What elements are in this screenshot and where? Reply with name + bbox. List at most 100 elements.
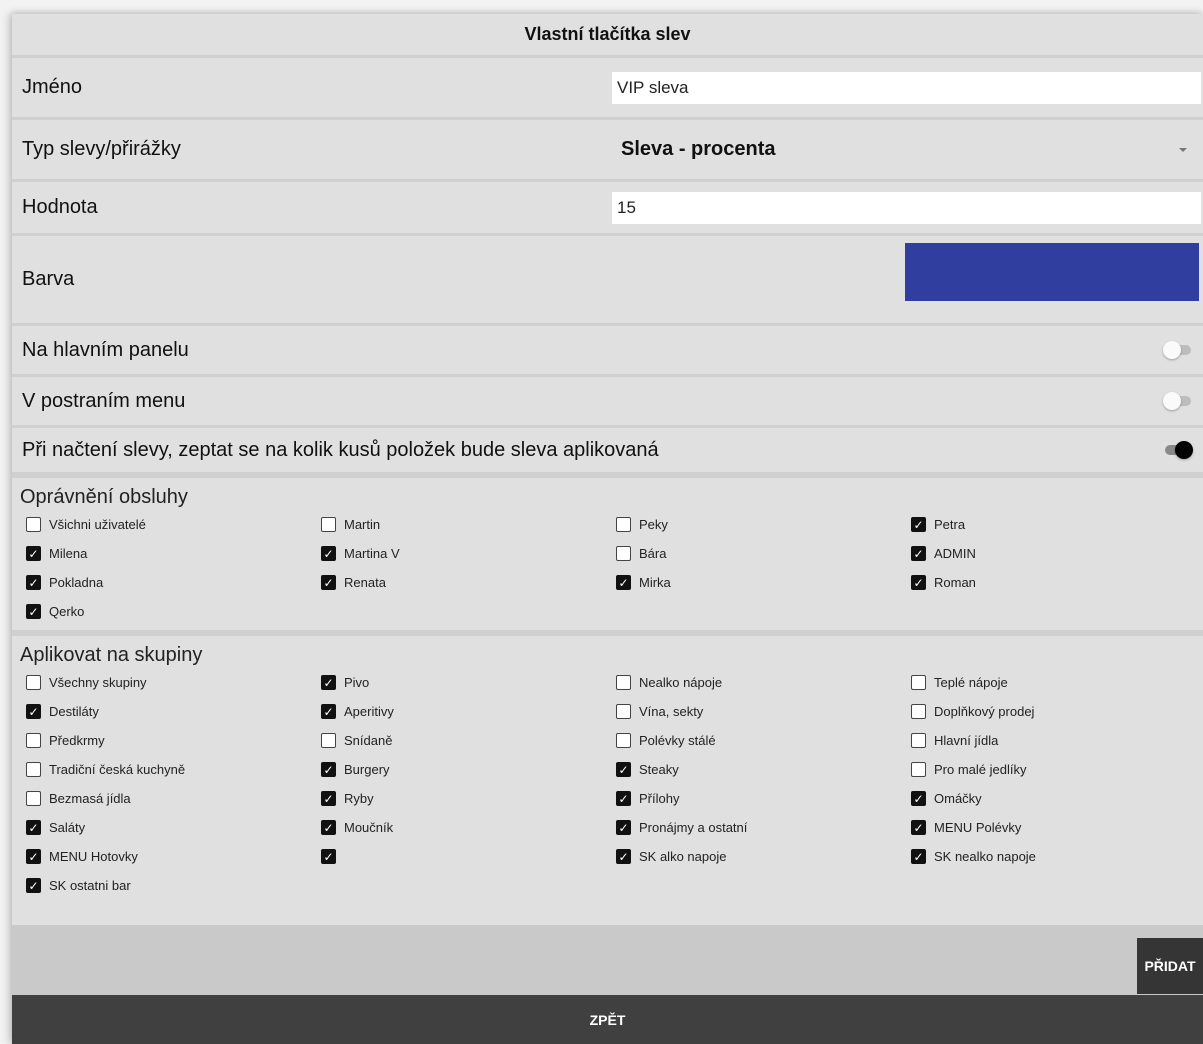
checkbox-unchecked-icon[interactable] [616, 675, 631, 690]
checkbox-item[interactable]: Vína, sekty [610, 697, 905, 726]
checkbox-item[interactable]: ✓ Pokladna [20, 568, 315, 597]
checkbox-checked-icon[interactable]: ✓ [911, 575, 926, 590]
checkbox-checked-icon[interactable]: ✓ [26, 575, 41, 590]
checkbox-item[interactable]: ✓ SK nealko napoje [905, 842, 1200, 871]
checkbox-item[interactable]: ✓ Mirka [610, 568, 905, 597]
checkbox-checked-icon[interactable]: ✓ [321, 675, 336, 690]
checkbox-checked-icon[interactable]: ✓ [26, 849, 41, 864]
checkbox-unchecked-icon[interactable] [26, 791, 41, 806]
checkbox-label: Doplňkový prodej [934, 704, 1035, 719]
checkbox-item[interactable]: ✓ Petra [905, 510, 1200, 539]
checkbox-unchecked-icon[interactable] [26, 762, 41, 777]
checkbox-unchecked-icon[interactable] [911, 675, 926, 690]
checkbox-checked-icon[interactable]: ✓ [321, 820, 336, 835]
checkbox-item[interactable]: Všechny skupiny [20, 668, 315, 697]
checkbox-item[interactable]: ✓ Aperitivy [315, 697, 610, 726]
checkbox-item[interactable]: ✓ Renata [315, 568, 610, 597]
checkbox-checked-icon[interactable]: ✓ [321, 575, 336, 590]
checkbox-unchecked-icon[interactable] [321, 733, 336, 748]
checkbox-checked-icon[interactable]: ✓ [911, 849, 926, 864]
checkbox-item[interactable]: ✓ Destiláty [20, 697, 315, 726]
checkbox-item[interactable]: ✓ MENU Polévky [905, 813, 1200, 842]
checkbox-checked-icon[interactable]: ✓ [26, 546, 41, 561]
checkbox-item[interactable]: ✓ SK alko napoje [610, 842, 905, 871]
checkbox-item[interactable]: ✓ Martina V [315, 539, 610, 568]
checkbox-item[interactable]: ✓ Saláty [20, 813, 315, 842]
checkbox-checked-icon[interactable]: ✓ [616, 820, 631, 835]
checkbox-item[interactable]: ✓ MENU Hotovky [20, 842, 315, 871]
checkbox-checked-icon[interactable]: ✓ [616, 575, 631, 590]
checkbox-item[interactable]: Tradiční česká kuchyně [20, 755, 315, 784]
checkbox-unchecked-icon[interactable] [26, 733, 41, 748]
checkbox-checked-icon[interactable]: ✓ [911, 791, 926, 806]
back-button[interactable]: ZPĚT [12, 995, 1203, 1044]
checkbox-item[interactable]: Peky [610, 510, 905, 539]
checkbox-unchecked-icon[interactable] [616, 733, 631, 748]
ask-quantity-toggle[interactable] [1163, 440, 1193, 460]
color-swatch[interactable] [905, 243, 1199, 301]
color-row: Barva [12, 236, 1203, 326]
checkbox-item[interactable]: ✓ Omáčky [905, 784, 1200, 813]
checkbox-item[interactable]: ✓ [315, 842, 610, 871]
checkbox-item[interactable]: ✓ Pronájmy a ostatní [610, 813, 905, 842]
checkbox-item[interactable]: ✓ Steaky [610, 755, 905, 784]
checkbox-unchecked-icon[interactable] [321, 517, 336, 532]
checkbox-item[interactable]: Bára [610, 539, 905, 568]
checkbox-unchecked-icon[interactable] [616, 546, 631, 561]
name-input[interactable] [612, 72, 1201, 104]
checkbox-checked-icon[interactable]: ✓ [911, 820, 926, 835]
checkbox-unchecked-icon[interactable] [616, 704, 631, 719]
checkbox-checked-icon[interactable]: ✓ [321, 791, 336, 806]
checkbox-item[interactable]: ✓ Roman [905, 568, 1200, 597]
checkbox-item[interactable]: ✓ Pivo [315, 668, 610, 697]
checkbox-item[interactable]: ✓ Qerko [20, 597, 315, 626]
checkbox-checked-icon[interactable]: ✓ [321, 704, 336, 719]
checkbox-item[interactable]: ✓ SK ostatni bar [20, 871, 315, 900]
checkbox-item[interactable]: ✓ Přílohy [610, 784, 905, 813]
checkbox-unchecked-icon[interactable] [911, 733, 926, 748]
checkbox-item[interactable]: Polévky stálé [610, 726, 905, 755]
side-menu-toggle[interactable] [1163, 391, 1193, 411]
checkbox-checked-icon[interactable]: ✓ [321, 546, 336, 561]
value-input[interactable] [612, 192, 1201, 224]
checkbox-checked-icon[interactable]: ✓ [26, 820, 41, 835]
checkbox-item[interactable]: Martin [315, 510, 610, 539]
type-select[interactable]: Sleva - procenta [621, 138, 776, 161]
checkbox-checked-icon[interactable]: ✓ [321, 849, 336, 864]
checkbox-item[interactable]: Doplňkový prodej [905, 697, 1200, 726]
main-panel-toggle[interactable] [1163, 340, 1193, 360]
checkbox-checked-icon[interactable]: ✓ [26, 704, 41, 719]
checkbox-item[interactable]: Předkrmy [20, 726, 315, 755]
checkbox-label: Nealko nápoje [639, 675, 723, 690]
checkbox-item[interactable]: Všichni uživatelé [20, 510, 315, 539]
checkbox-item[interactable]: ✓ Moučník [315, 813, 610, 842]
checkbox-label: SK nealko napoje [934, 849, 1036, 864]
checkbox-item[interactable]: ✓ Ryby [315, 784, 610, 813]
checkbox-checked-icon[interactable]: ✓ [911, 517, 926, 532]
checkbox-checked-icon[interactable]: ✓ [26, 878, 41, 893]
checkbox-label: Vína, sekty [639, 704, 704, 719]
checkbox-item[interactable]: Snídaně [315, 726, 610, 755]
checkbox-unchecked-icon[interactable] [911, 704, 926, 719]
checkbox-checked-icon[interactable]: ✓ [616, 849, 631, 864]
checkbox-item[interactable]: Hlavní jídla [905, 726, 1200, 755]
checkbox-item[interactable]: Nealko nápoje [610, 668, 905, 697]
checkbox-unchecked-icon[interactable] [26, 675, 41, 690]
checkbox-item[interactable]: ✓ Burgery [315, 755, 610, 784]
checkbox-item[interactable]: Pro malé jedlíky [905, 755, 1200, 784]
checkbox-unchecked-icon[interactable] [616, 517, 631, 532]
add-button[interactable]: PŘIDAT [1137, 938, 1203, 994]
checkbox-item[interactable]: ✓ Milena [20, 539, 315, 568]
checkbox-checked-icon[interactable]: ✓ [616, 762, 631, 777]
checkbox-item[interactable]: ✓ ADMIN [905, 539, 1200, 568]
checkbox-item[interactable]: Bezmasá jídla [20, 784, 315, 813]
checkbox-unchecked-icon[interactable] [911, 762, 926, 777]
dropdown-arrow-icon[interactable] [1179, 147, 1187, 152]
checkbox-checked-icon[interactable]: ✓ [26, 604, 41, 619]
type-row[interactable]: Typ slevy/přirážky Sleva - procenta [12, 120, 1203, 182]
checkbox-checked-icon[interactable]: ✓ [911, 546, 926, 561]
checkbox-checked-icon[interactable]: ✓ [321, 762, 336, 777]
checkbox-unchecked-icon[interactable] [26, 517, 41, 532]
checkbox-checked-icon[interactable]: ✓ [616, 791, 631, 806]
checkbox-item[interactable]: Teplé nápoje [905, 668, 1200, 697]
